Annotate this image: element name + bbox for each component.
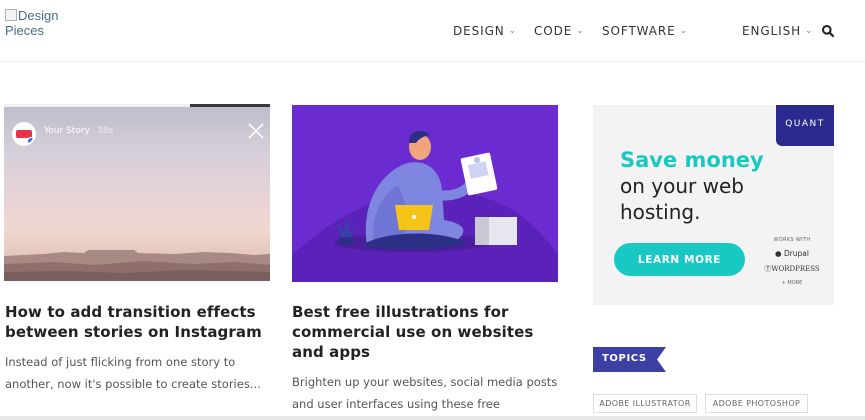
- nav-software-label: SOFTWARE ⌄: [602, 24, 689, 38]
- nav-code[interactable]: CODE ⌄: [534, 23, 585, 39]
- person-with-laptop-illustration: [292, 130, 558, 282]
- site-header: Design Pieces DESIGN ⌄ CODE ⌄ SOFTWARE ⌄ EN…: [0, 0, 865, 62]
- topic-tag[interactable]: ADOBE ILLUSTRATOR: [593, 394, 697, 413]
- nav-software[interactable]: SOFTWARE ⌄: [602, 23, 688, 39]
- article-title[interactable]: Best free illustrations for commercial u…: [292, 302, 554, 362]
- hosting-advertisement[interactable]: QUANT Save money on your web hosting. LE…: [593, 105, 834, 305]
- more-platforms-label: + MORE: [781, 280, 803, 286]
- language-selector[interactable]: ENGLISH ⌄: [742, 23, 813, 39]
- article-excerpt: Instead of just flicking from one story …: [5, 355, 261, 391]
- close-icon[interactable]: [247, 122, 265, 140]
- drupal-logo: ● Drupal: [775, 249, 809, 258]
- story-progress-fill: [4, 104, 191, 107]
- chevron-down-icon: ⌄: [576, 26, 585, 36]
- ad-headline: Save money: [620, 148, 764, 172]
- site-logo[interactable]: Design Pieces: [5, 8, 75, 38]
- ad-subline: on your web hosting.: [620, 174, 744, 224]
- page-bottom-edge: [0, 416, 865, 420]
- story-timestamp: 38s: [97, 126, 114, 136]
- topic-tag[interactable]: ADOBE PHOTOSHOP: [705, 394, 808, 413]
- nav-design-label: DESIGN ⌄: [453, 24, 518, 38]
- quant-logo: QUANT: [776, 105, 834, 146]
- article-title[interactable]: How to add transition effects between st…: [5, 302, 265, 342]
- chevron-down-icon: ⌄: [679, 26, 689, 36]
- canyon-landscape: [4, 250, 270, 281]
- story-progress-bar: [4, 104, 270, 107]
- nav-design[interactable]: DESIGN ⌄: [453, 23, 517, 39]
- wordpress-logo: ⓉWORDPRESS: [764, 265, 820, 273]
- works-with-label: WORKS WITH: [773, 237, 811, 243]
- chevron-down-icon: ⌄: [508, 26, 518, 36]
- story-avatar: [12, 122, 36, 146]
- topics-heading: TOPICS: [602, 353, 647, 364]
- article-thumbnail-illustration[interactable]: [292, 105, 558, 282]
- nav-code-label: CODE ⌄: [534, 24, 585, 38]
- article-thumbnail-instagram[interactable]: Your Story 38s: [4, 104, 270, 281]
- story-username: Your Story: [44, 126, 90, 136]
- chevron-down-icon: ⌄: [805, 26, 814, 36]
- learn-more-button[interactable]: LEARN MORE: [614, 243, 745, 276]
- broken-image-icon: [5, 9, 17, 21]
- language-label: ENGLISH ⌄: [742, 24, 814, 38]
- search-icon[interactable]: [821, 24, 835, 38]
- article-excerpt: Brighten up your websites, social media …: [292, 375, 558, 420]
